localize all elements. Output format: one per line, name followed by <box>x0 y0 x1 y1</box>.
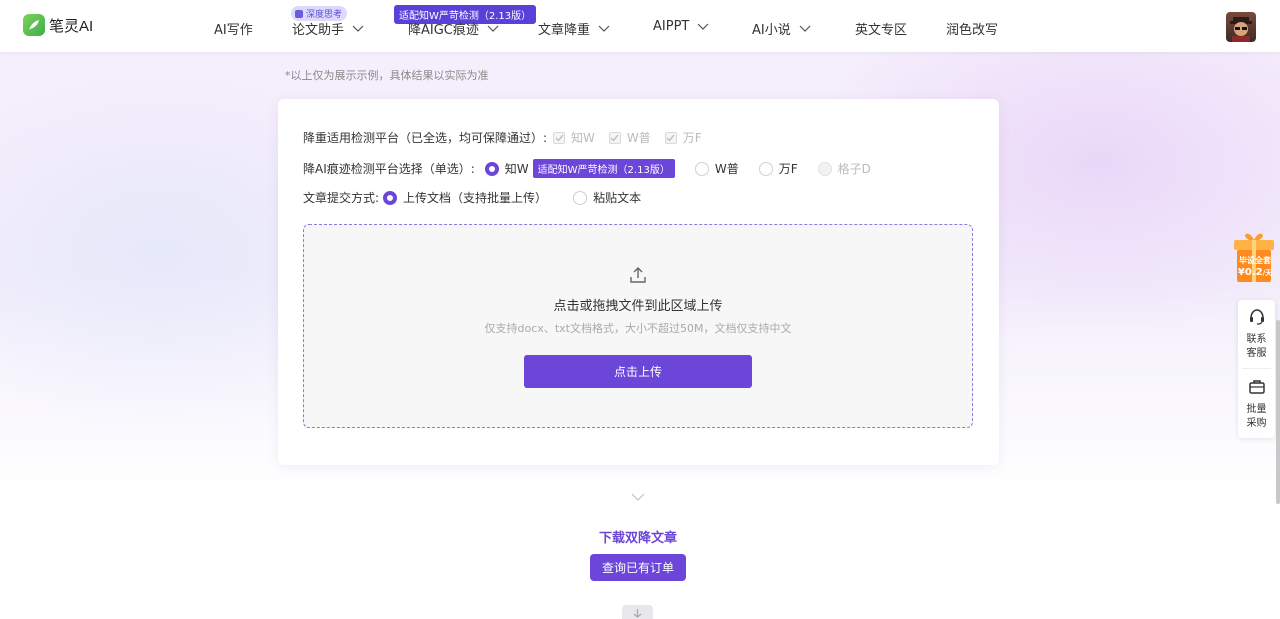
download-title: 下载双降文章 <box>598 531 677 546</box>
radio-label: 知W <box>504 162 529 176</box>
nav-reduce-duplicate[interactable]: 文章降重 <box>538 19 610 38</box>
upload-icon <box>630 267 646 283</box>
bulk-label: 批量采购 <box>1246 404 1267 429</box>
top-nav-bar: 笔灵AI AI写作 深度思考 论文助手 适配知W严苛检测（2.13版） 降AIG… <box>0 0 1280 52</box>
platform-label: W普 <box>626 131 651 145</box>
radio-wanf[interactable] <box>758 161 773 176</box>
radio-label: 粘贴文本 <box>593 191 642 205</box>
platform-checkbox[interactable] <box>553 131 566 144</box>
side-panel: 联系客服 批量采购 <box>1238 300 1275 438</box>
radio-label: 万F <box>778 162 798 176</box>
radio-label: 格子D <box>837 162 871 176</box>
adapt-tag: 适配知W严苛检测（2.13版） <box>532 159 675 178</box>
briefcase-icon <box>1248 380 1265 394</box>
nav-label: 论文助手 <box>292 23 345 38</box>
logo[interactable]: 笔灵AI <box>23 14 93 36</box>
nav-label: AIPPT <box>653 19 690 34</box>
check-icon <box>666 134 675 141</box>
contact-support-button[interactable]: 联系客服 <box>1238 308 1275 361</box>
contact-label: 联系客服 <box>1246 334 1267 359</box>
nav-label: 文章降重 <box>538 23 591 38</box>
radio-label: 上传文档（支持批量上传） <box>403 191 548 205</box>
scrollbar[interactable] <box>1276 320 1280 504</box>
nav-label: AI小说 <box>752 23 791 38</box>
platform-label: 万F <box>682 131 702 145</box>
radio-label: W普 <box>714 162 739 176</box>
check-icon <box>555 134 564 141</box>
disclaimer-note: *以上仅为展示示例，具体结果以实际为准 <box>285 69 489 82</box>
check-icon <box>610 134 619 141</box>
nav-aippt[interactable]: AIPPT <box>653 19 709 34</box>
drop-title: 点击或拖拽文件到此区域上传 <box>553 299 723 314</box>
file-drop-zone[interactable]: 点击或拖拽文件到此区域上传 仅支持docx、txt文档格式，大小不超过50M，文… <box>303 224 973 428</box>
divider <box>1242 368 1271 369</box>
upload-card: 降重适用检测平台（已全选，均可保障通过）: 知W W普 万F 降AI痕迹检测平台… <box>278 99 999 465</box>
submit-label: 文章提交方式: <box>303 191 380 205</box>
download-icon <box>622 605 653 619</box>
radio-upload-doc[interactable] <box>383 190 398 205</box>
bulk-purchase-button[interactable]: 批量采购 <box>1238 378 1275 431</box>
promo-text: 毕设全套 <box>1239 256 1271 265</box>
chevron-down-icon <box>352 25 364 32</box>
nav-label: AI写作 <box>214 23 253 38</box>
ai-platform-row: 降AI痕迹检测平台选择（单选）: 知W 适配知W严苛检测（2.13版） W普 万… <box>303 159 881 178</box>
upload-button[interactable]: 点击上传 <box>524 355 752 388</box>
promo-price: ¥0.2/天 <box>1233 267 1277 278</box>
radio-paste-text[interactable] <box>573 190 588 205</box>
nav-english-zone[interactable]: 英文专区 <box>855 19 907 38</box>
chevron-down-icon <box>799 25 811 32</box>
radio-zhiw[interactable] <box>484 161 499 176</box>
platforms-label: 降重适用检测平台（已全选，均可保障通过）: <box>303 131 548 145</box>
chevron-down-icon <box>697 23 709 30</box>
platform-label: 知W <box>571 131 595 145</box>
ai-platform-label: 降AI痕迹检测平台选择（单选）: <box>303 162 475 176</box>
nav-label: 英文专区 <box>855 23 908 38</box>
nav-label: 降AIGC痕迹 <box>408 23 479 38</box>
nav-label: 润色改写 <box>946 23 999 38</box>
chevron-down-icon <box>487 25 499 32</box>
nav-polish-rewrite[interactable]: 润色改写 <box>946 19 998 38</box>
promo-price-value: ¥0.2 <box>1237 267 1263 278</box>
nav-ai-novel[interactable]: AI小说 <box>752 19 811 38</box>
radio-gezid <box>817 161 832 176</box>
nav-thesis-assistant[interactable]: 论文助手 <box>292 19 364 38</box>
chevron-down-icon <box>631 493 645 501</box>
feather-logo-icon <box>23 14 45 36</box>
user-avatar[interactable] <box>1226 12 1256 42</box>
headset-icon <box>1249 309 1264 325</box>
submit-method-row: 文章提交方式: 上传文档（支持批量上传） 粘贴文本 <box>303 189 651 206</box>
nav-reduce-aigc[interactable]: 降AIGC痕迹 <box>408 19 499 38</box>
platform-checkbox[interactable] <box>664 131 677 144</box>
drop-hint: 仅支持docx、txt文档格式，大小不超过50M，文档仅支持中文 <box>484 322 792 335</box>
chevron-down-icon <box>598 25 610 32</box>
platform-checkbox[interactable] <box>608 131 621 144</box>
promo-price-unit: /天 <box>1262 269 1273 277</box>
radio-wpu[interactable] <box>694 161 709 176</box>
logo-text: 笔灵AI <box>49 17 94 35</box>
nav-ai-writing[interactable]: AI写作 <box>214 19 253 38</box>
query-orders-button[interactable]: 查询已有订单 <box>590 554 686 581</box>
platforms-row: 降重适用检测平台（已全选，均可保障通过）: 知W W普 万F <box>303 129 710 146</box>
deep-thinking-icon <box>295 9 303 18</box>
